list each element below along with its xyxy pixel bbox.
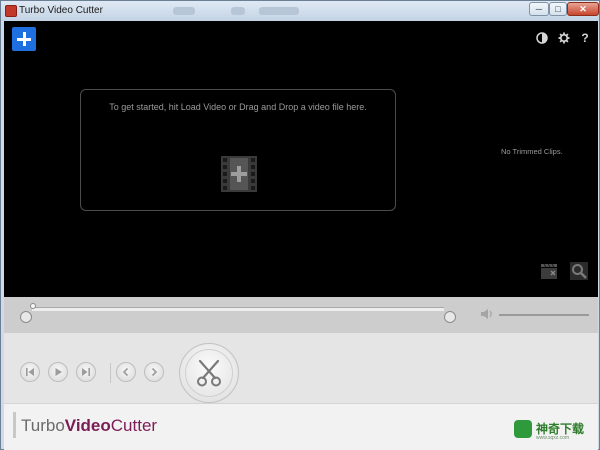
cut-button-ring xyxy=(185,349,233,397)
next-mark-button[interactable] xyxy=(144,362,164,382)
gear-icon[interactable] xyxy=(558,32,570,44)
trim-start-handle[interactable] xyxy=(20,311,32,323)
logo-text-cutter: Cutter xyxy=(110,416,158,435)
playback-controls xyxy=(4,333,598,403)
drop-zone[interactable]: To get started, hit Load Video or Drag a… xyxy=(80,89,396,211)
window-title: Turbo Video Cutter xyxy=(19,5,103,16)
watermark-logo-icon xyxy=(514,420,532,438)
skip-back-button[interactable] xyxy=(20,362,40,382)
app-icon xyxy=(5,5,17,17)
load-video-button[interactable] xyxy=(12,27,36,51)
trim-track[interactable] xyxy=(32,307,444,311)
volume-slider[interactable] xyxy=(499,314,589,316)
chevron-left-icon xyxy=(122,367,129,377)
controls-divider xyxy=(110,363,111,383)
logo-text-video: Video xyxy=(64,416,111,435)
dropzone-instructions: To get started, hit Load Video or Drag a… xyxy=(109,102,367,112)
watermark: 神奇下载 www.sqxz.com xyxy=(514,418,594,444)
close-button[interactable]: ✕ xyxy=(567,2,599,16)
timeline xyxy=(4,297,598,333)
film-add-icon[interactable] xyxy=(219,154,259,194)
trim-end-handle[interactable] xyxy=(444,311,456,323)
play-icon xyxy=(55,368,62,376)
video-preview-area[interactable]: ? To get started, hit Load Video or Drag… xyxy=(4,21,598,297)
skip-back-icon xyxy=(26,368,34,376)
scissors-icon xyxy=(197,359,221,387)
skip-forward-button[interactable] xyxy=(76,362,96,382)
trimmed-clips-status: No Trimmed Clips. xyxy=(501,147,563,156)
magnifier-icon[interactable] xyxy=(569,261,589,281)
background-title-blur xyxy=(231,7,245,15)
playhead[interactable] xyxy=(30,303,36,309)
speaker-icon[interactable] xyxy=(480,308,494,320)
cut-button[interactable] xyxy=(179,343,239,403)
logo-text-turbo: Turbo xyxy=(21,416,65,435)
title-bar[interactable]: Turbo Video Cutter ─ □ ✕ xyxy=(1,1,599,21)
minimize-button[interactable]: ─ xyxy=(529,2,549,16)
maximize-button[interactable]: □ xyxy=(549,2,567,16)
skip-forward-icon xyxy=(82,368,90,376)
app-logo: TurboVideoCutter xyxy=(21,416,157,436)
background-title-blur xyxy=(259,7,299,15)
watermark-url: www.sqxz.com xyxy=(536,435,570,441)
background-title-blur xyxy=(173,7,195,15)
play-button[interactable] xyxy=(48,362,68,382)
clapper-export-icon[interactable] xyxy=(539,261,559,281)
chevron-right-icon xyxy=(151,367,158,377)
help-icon[interactable]: ? xyxy=(579,32,591,44)
previous-mark-button[interactable] xyxy=(116,362,136,382)
app-window: Turbo Video Cutter ─ □ ✕ ? To get starte… xyxy=(0,0,600,450)
brand-footer: TurboVideoCutter 神奇下载 www.sqxz.com xyxy=(4,403,598,450)
contrast-icon[interactable] xyxy=(536,32,548,44)
logo-accent-bar xyxy=(13,412,16,438)
